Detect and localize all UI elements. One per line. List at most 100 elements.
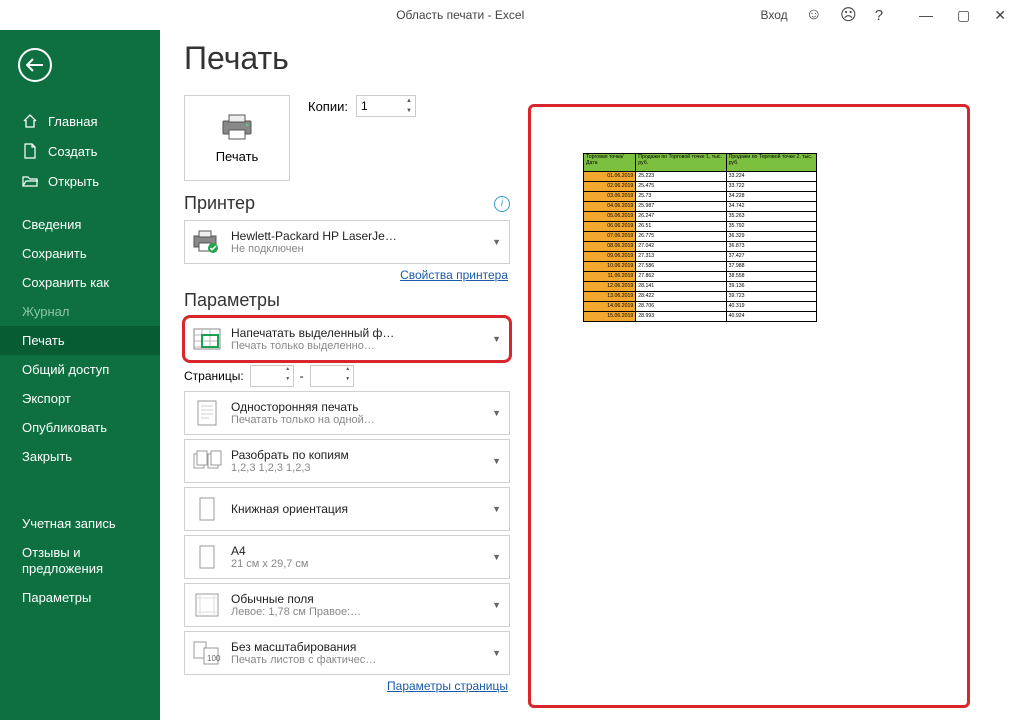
- printer-status: Не подключен: [231, 243, 484, 255]
- page-title: Печать: [184, 40, 510, 77]
- opt-title: Односторонняя печать: [231, 400, 484, 414]
- close-button[interactable]: ✕: [994, 7, 1006, 24]
- sidebar-item-save[interactable]: Сохранить: [0, 239, 160, 268]
- opt-title: A4: [231, 544, 484, 558]
- sidebar-item-options[interactable]: Параметры: [0, 583, 160, 612]
- printer-device-icon: [191, 226, 223, 258]
- copies-label: Копии:: [308, 99, 348, 114]
- info-icon[interactable]: i: [494, 196, 510, 212]
- print-button-label: Печать: [216, 149, 259, 164]
- sidebar-item-print[interactable]: Печать: [0, 326, 160, 355]
- minimize-button[interactable]: —: [919, 7, 933, 24]
- sidebar-item-open[interactable]: Открыть: [0, 166, 160, 196]
- opt-title: Обычные поля: [231, 592, 484, 606]
- sheet-icon: [191, 323, 223, 355]
- chevron-down-icon: ▼: [492, 552, 501, 562]
- svg-text:100: 100: [207, 654, 221, 663]
- back-button[interactable]: [18, 48, 52, 82]
- page-setup-link[interactable]: Параметры страницы: [387, 679, 508, 693]
- sides-select[interactable]: Односторонняя печать Печатать только на …: [184, 391, 510, 435]
- sidebar-item-info[interactable]: Сведения: [0, 210, 160, 239]
- pf-up[interactable]: ▲: [283, 366, 293, 376]
- sidebar-label: Учетная запись: [22, 516, 116, 531]
- sidebar-label: Закрыть: [22, 449, 72, 464]
- sidebar-label: Сохранить: [22, 246, 87, 261]
- sidebar-label: Журнал: [22, 304, 69, 319]
- sidebar-label: Открыть: [48, 174, 99, 189]
- opt-sub: Печать только выделенно…: [231, 340, 484, 352]
- margins-select[interactable]: Обычные поля Левое: 1,78 см Правое:… ▼: [184, 583, 510, 627]
- chevron-down-icon: ▼: [492, 504, 501, 514]
- window-title: Область печати - Excel: [0, 8, 761, 22]
- printer-select[interactable]: Hewlett-Packard HP LaserJe… Не подключен…: [184, 220, 510, 264]
- chevron-down-icon: ▼: [492, 237, 501, 247]
- print-button[interactable]: Печать: [184, 95, 290, 181]
- scaling-icon: 100: [191, 637, 223, 669]
- printer-properties-link[interactable]: Свойства принтера: [400, 268, 508, 282]
- new-icon: [22, 143, 38, 159]
- sidebar-item-share[interactable]: Общий доступ: [0, 355, 160, 384]
- sidebar-label: Отзывы и предложения: [22, 545, 160, 576]
- portrait-icon: [191, 493, 223, 525]
- pt-up[interactable]: ▲: [343, 366, 353, 376]
- margins-icon: [191, 589, 223, 621]
- sidebar-label: Печать: [22, 333, 65, 348]
- printer-heading: Принтер: [184, 193, 255, 214]
- chevron-down-icon: ▼: [492, 456, 501, 466]
- orientation-select[interactable]: Книжная ориентация ▼: [184, 487, 510, 531]
- sidebar-label: Создать: [48, 144, 97, 159]
- sidebar-label: Экспорт: [22, 391, 71, 406]
- preview-table: Торговая точка/ ДатаПродажи по Торговой …: [583, 153, 817, 322]
- opt-title: Напечатать выделенный ф…: [231, 326, 484, 340]
- sidebar-item-account[interactable]: Учетная запись: [0, 509, 160, 538]
- sidebar-label: Общий доступ: [22, 362, 109, 377]
- collate-select[interactable]: Разобрать по копиям 1,2,3 1,2,3 1,2,3 ▼: [184, 439, 510, 483]
- params-heading: Параметры: [184, 290, 280, 311]
- backstage-sidebar: Главная Создать Открыть Сведения Сохрани…: [0, 30, 160, 720]
- sidebar-label: Опубликовать: [22, 420, 107, 435]
- sidebar-item-feedback[interactable]: Отзывы и предложения: [0, 538, 160, 583]
- chevron-down-icon: ▼: [492, 334, 501, 344]
- sidebar-item-home[interactable]: Главная: [0, 106, 160, 136]
- pt-dn[interactable]: ▼: [343, 376, 353, 386]
- sad-icon[interactable]: ☹: [840, 5, 857, 25]
- sidebar-item-export[interactable]: Экспорт: [0, 384, 160, 413]
- sidebar-item-saveas[interactable]: Сохранить как: [0, 268, 160, 297]
- opt-title: Разобрать по копиям: [231, 448, 484, 462]
- printer-name: Hewlett-Packard HP LaserJe…: [231, 229, 484, 243]
- print-preview: Торговая точка/ ДатаПродажи по Торговой …: [528, 104, 970, 708]
- opt-sub: Печать листов с фактичес…: [231, 654, 484, 666]
- print-what-select[interactable]: Напечатать выделенный ф… Печать только в…: [184, 317, 510, 361]
- sidebar-item-new[interactable]: Создать: [0, 136, 160, 166]
- pages-label: Страницы:: [184, 369, 244, 383]
- opt-title: Без масштабирования: [231, 640, 484, 654]
- open-icon: [22, 173, 38, 189]
- chevron-down-icon: ▼: [492, 600, 501, 610]
- chevron-down-icon: ▼: [492, 408, 501, 418]
- sidebar-item-close[interactable]: Закрыть: [0, 442, 160, 471]
- sidebar-label: Параметры: [22, 590, 91, 605]
- page-icon: [191, 397, 223, 429]
- pages-sep: -: [300, 369, 304, 383]
- login-link[interactable]: Вход: [761, 8, 788, 22]
- maximize-button[interactable]: ▢: [957, 7, 970, 24]
- pf-dn[interactable]: ▼: [283, 376, 293, 386]
- copies-down[interactable]: ▼: [403, 106, 415, 116]
- titlebar: Область печати - Excel Вход ☺ ☹ ? — ▢ ✕: [0, 0, 1014, 30]
- printer-icon: [220, 113, 254, 141]
- opt-sub: Печатать только на одной…: [231, 414, 484, 426]
- sidebar-label: Сведения: [22, 217, 81, 232]
- copies-up[interactable]: ▲: [403, 96, 415, 106]
- collate-icon: [191, 445, 223, 477]
- help-icon[interactable]: ?: [875, 7, 883, 24]
- paper-icon: [191, 541, 223, 573]
- sidebar-item-publish[interactable]: Опубликовать: [0, 413, 160, 442]
- chevron-down-icon: ▼: [492, 648, 501, 658]
- opt-sub: Левое: 1,78 см Правое:…: [231, 606, 484, 618]
- smile-icon[interactable]: ☺: [806, 6, 822, 24]
- paper-size-select[interactable]: A4 21 см x 29,7 см ▼: [184, 535, 510, 579]
- sidebar-label: Главная: [48, 114, 97, 129]
- home-icon: [22, 113, 38, 129]
- scaling-select[interactable]: 100 Без масштабирования Печать листов с …: [184, 631, 510, 675]
- opt-sub: 1,2,3 1,2,3 1,2,3: [231, 462, 484, 474]
